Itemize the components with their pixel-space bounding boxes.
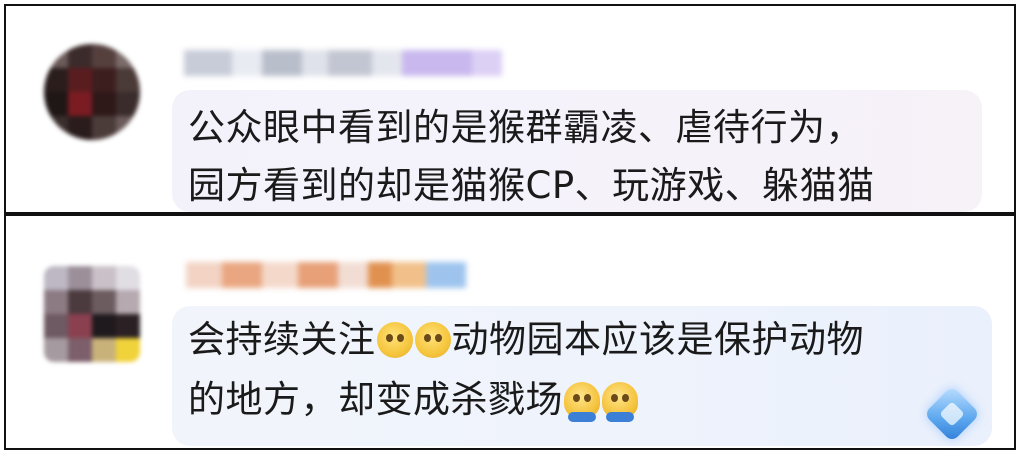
comment-1: 公众眼中看到的是猴群霸凌、虐待行为， 园方看到的却是猫猴CP、玩游戏、躲猫猫 xyxy=(6,6,1014,214)
comment-1-text-line-2: 园方看到的却是猫猴CP、玩游戏、躲猫猫 xyxy=(188,164,875,207)
comment-2-text-part-c: 的地方，却变成杀戮场 xyxy=(188,378,563,421)
comment-1-text-line-1: 公众眼中看到的是猴群霸凌、虐待行为， xyxy=(188,106,863,149)
sweat-emoji-icon xyxy=(564,382,600,422)
smile-emoji-icon xyxy=(414,322,451,358)
comment-2-text-part-a: 会持续关注 xyxy=(188,318,376,361)
comment-2-text-line-2: 的地方，却变成杀戮场 xyxy=(188,378,639,422)
commenter-avatar-2[interactable] xyxy=(44,266,140,362)
comment-2-text-line-1: 会持续关注 动物园本应该是保护动物 xyxy=(188,318,864,362)
commenter-name-2-blurred[interactable] xyxy=(186,262,466,288)
comment-2-text-part-b: 动物园本应该是保护动物 xyxy=(451,318,864,361)
sweat-emoji-icon xyxy=(602,382,638,422)
comment-2: 会持续关注 动物园本应该是保护动物 的地方，却变成杀戮场 xyxy=(6,218,1014,448)
commenter-avatar-1[interactable] xyxy=(44,44,140,140)
screenshot-frame: 公众眼中看到的是猴群霸凌、虐待行为， 园方看到的却是猫猴CP、玩游戏、躲猫猫 会… xyxy=(4,4,1016,450)
smile-emoji-icon xyxy=(376,322,413,358)
comment-divider xyxy=(6,212,1014,216)
commenter-name-1-blurred[interactable] xyxy=(184,50,502,76)
